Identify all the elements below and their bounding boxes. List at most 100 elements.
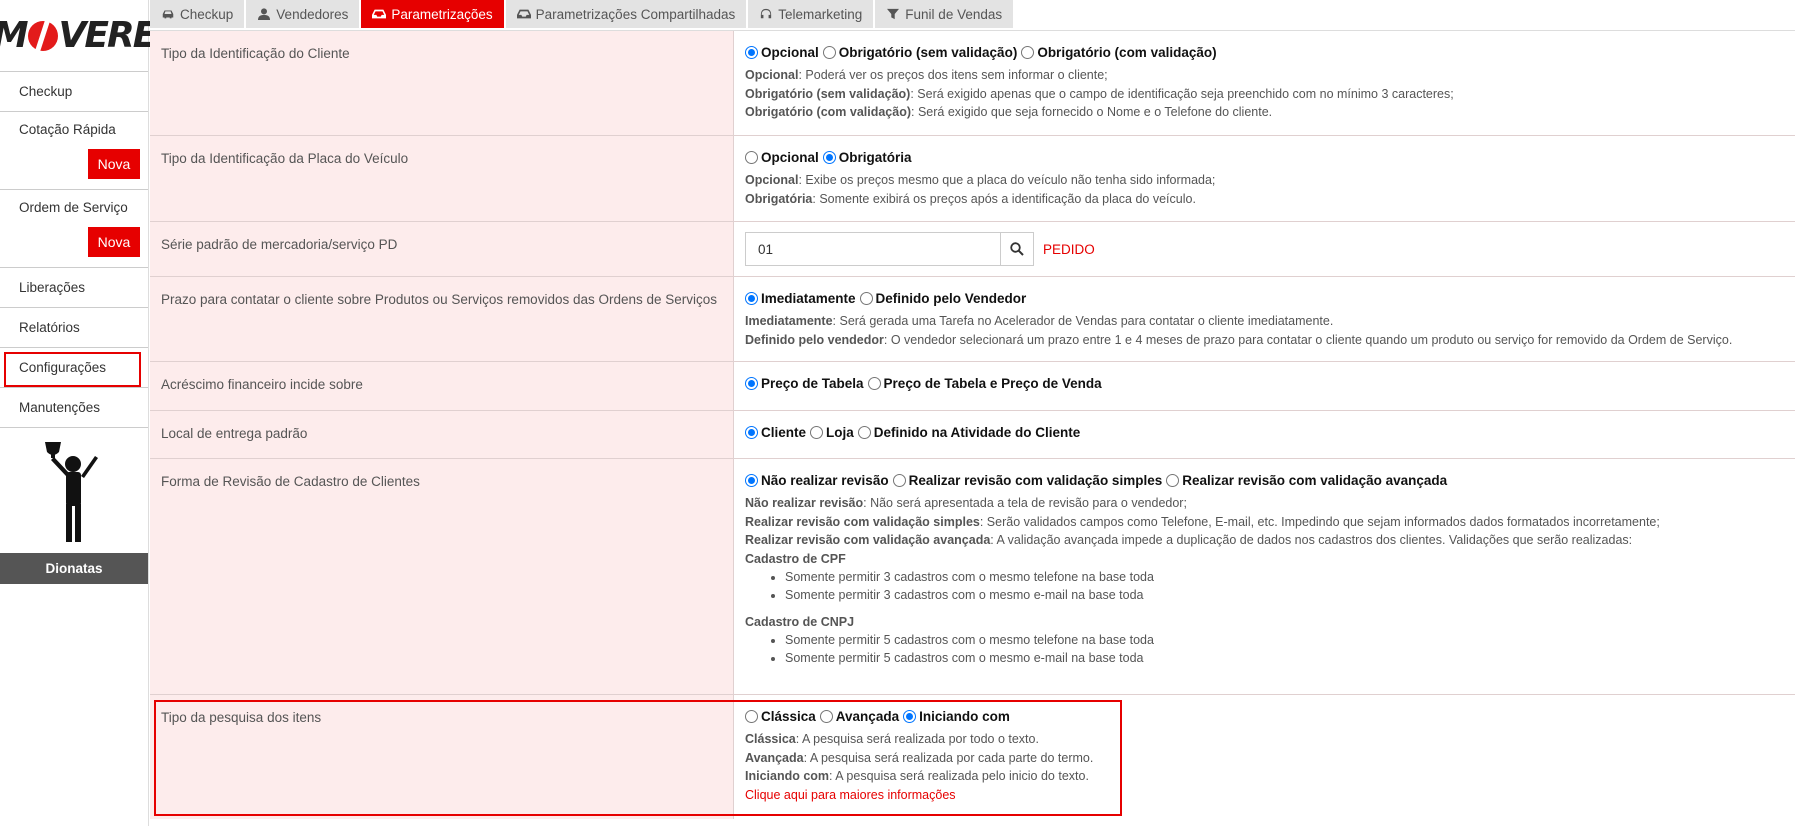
tab-vendedores[interactable]: Vendedores (246, 0, 360, 28)
sidebar-item-relatorios[interactable]: Relatórios (0, 308, 148, 348)
user-name[interactable]: Dionatas (0, 553, 148, 584)
cnpj-list: Somente permitir 5 cadastros com o mesmo… (785, 631, 1784, 668)
setting-row-financial: Acréscimo financeiro incide sobre Preço … (150, 362, 1795, 411)
radio-circle[interactable] (1021, 46, 1035, 59)
setting-row-plate-id: Tipo da Identificação da Placa do Veícul… (150, 136, 1795, 222)
nova-cotacao-button[interactable]: Nova (88, 149, 140, 179)
desc-line: Realizar revisão com validação avançada:… (745, 531, 1784, 550)
tab-telemarketing[interactable]: Telemarketing (748, 0, 874, 28)
radio-obrigatorio-sem-validacao[interactable]: Obrigatório (sem validação) (822, 45, 1017, 60)
tab-label: Vendedores (276, 6, 349, 22)
radio-circle[interactable] (822, 151, 836, 164)
radio-avancada[interactable]: Avançada (819, 709, 900, 724)
sidebar-item-manutencoes[interactable]: Manutenções (0, 388, 148, 428)
desc-text: : Somente exibirá os preços após a ident… (812, 191, 1196, 206)
desc-text: : A validação avançada impede a duplicaç… (990, 533, 1633, 547)
setting-label: Acréscimo financeiro incide sobre (150, 362, 734, 410)
radio-preco-tabela-e-venda[interactable]: Preço de Tabela e Preço de Venda (867, 376, 1102, 391)
desc-term: Obrigatório (sem validação) (745, 86, 911, 101)
radio-opcional[interactable]: Opcional (745, 150, 819, 165)
radio-classica[interactable]: Clássica (745, 709, 816, 724)
radio-group: Imediatamente Definido pelo Vendedor (745, 291, 1784, 306)
movere-logo[interactable]: MVERE (0, 0, 157, 72)
sidebar-item-cotacao-rapida[interactable]: Cotação Rápida Nova (0, 112, 148, 190)
radio-obrigatorio-com-validacao[interactable]: Obrigatório (com validação) (1021, 45, 1217, 60)
radio-label: Obrigatória (838, 150, 912, 165)
tab-parametrizacoes-compartilhadas[interactable]: Parametrizações Compartilhadas (505, 0, 747, 28)
series-input[interactable] (745, 232, 1001, 266)
radio-circle[interactable] (867, 377, 881, 390)
desc-line: Realizar revisão com validação simples: … (745, 513, 1784, 532)
radio-circle[interactable] (859, 292, 873, 305)
radio-iniciando-com[interactable]: Iniciando com (903, 709, 1010, 724)
inbox-icon (372, 9, 387, 19)
radio-circle[interactable] (745, 710, 758, 723)
top-tabs: Checkup Vendedores Parametrizações Param… (150, 0, 1014, 28)
radio-definido-na-atividade[interactable]: Definido na Atividade do Cliente (857, 425, 1080, 440)
inbox-icon (516, 9, 531, 19)
radio-label: Avançada (835, 709, 900, 724)
setting-description: Clássica: A pesquisa será realizada por … (745, 730, 1784, 804)
radio-revisao-simples[interactable]: Realizar revisão com validação simples (892, 473, 1162, 488)
setting-row-series: Série padrão de mercadoria/serviço PD PE… (150, 222, 1795, 277)
desc-text: : A pesquisa será realizada por todo o t… (795, 732, 1039, 746)
radio-obrigatoria[interactable]: Obrigatória (822, 150, 912, 165)
radio-circle[interactable] (892, 474, 906, 487)
tab-funil-de-vendas[interactable]: Funil de Vendas (875, 0, 1014, 28)
setting-label: Prazo para contatar o cliente sobre Prod… (150, 277, 734, 361)
setting-value: Opcional Obrigatório (sem validação) Obr… (734, 31, 1795, 135)
radio-preco-de-tabela[interactable]: Preço de Tabela (745, 376, 864, 391)
desc-text: : A pesquisa será realizada pelo inicio … (829, 769, 1089, 783)
radio-circle[interactable] (819, 710, 833, 723)
sidebar-item-label: Ordem de Serviço (19, 200, 128, 215)
radio-circle[interactable] (745, 46, 758, 59)
desc-term: Não realizar revisão (745, 496, 864, 510)
radio-circle[interactable] (745, 474, 758, 487)
radio-circle[interactable] (822, 46, 836, 59)
radio-label: Iniciando com (919, 709, 1010, 724)
radio-nao-realizar-revisao[interactable]: Não realizar revisão (745, 473, 889, 488)
radio-group: Opcional Obrigatória (745, 150, 1784, 165)
tab-label: Telemarketing (778, 6, 863, 22)
desc-text: : Será exigido que seja fornecido o Nome… (911, 105, 1273, 119)
setting-label: Local de entrega padrão (150, 411, 734, 458)
search-button[interactable] (1001, 232, 1034, 266)
radio-cliente[interactable]: Cliente (745, 425, 806, 440)
trophy-figure-icon (45, 441, 98, 542)
setting-description: Imediatamente: Será gerada uma Tarefa no… (745, 312, 1784, 349)
radio-loja[interactable]: Loja (810, 425, 854, 440)
radio-label: Imediatamente (761, 291, 856, 306)
radio-definido-pelo-vendedor[interactable]: Definido pelo Vendedor (859, 291, 1026, 306)
radio-circle[interactable] (903, 710, 917, 723)
tab-checkup[interactable]: Checkup (150, 0, 245, 28)
user-avatar[interactable] (0, 428, 148, 553)
radio-circle[interactable] (1166, 474, 1180, 487)
radio-circle[interactable] (745, 151, 758, 164)
radio-circle[interactable] (745, 377, 758, 390)
sidebar-item-checkup[interactable]: Checkup (0, 72, 148, 112)
radio-circle[interactable] (745, 292, 758, 305)
sidebar: MVERE Checkup Cotação Rápida Nova Ordem … (0, 0, 157, 826)
radio-circle[interactable] (810, 426, 824, 439)
nova-ordem-button[interactable]: Nova (88, 227, 140, 257)
sidebar-item-liberacoes[interactable]: Liberações (0, 268, 148, 308)
desc-line: Clássica: A pesquisa será realizada por … (745, 730, 1784, 749)
radio-opcional[interactable]: Opcional (745, 45, 819, 60)
radio-circle[interactable] (857, 426, 871, 439)
settings-table: Tipo da Identificação do Cliente Opciona… (150, 31, 1795, 819)
more-info-link[interactable]: Clique aqui para maiores informações (745, 786, 1784, 805)
tab-parametrizacoes[interactable]: Parametrizações (361, 0, 504, 28)
setting-value: Imediatamente Definido pelo Vendedor Ime… (734, 277, 1795, 361)
radio-circle[interactable] (745, 426, 758, 439)
tab-label: Parametrizações (391, 6, 493, 22)
setting-label: Tipo da Identificação da Placa do Veícul… (150, 136, 734, 221)
cpf-title: Cadastro de CPF (745, 551, 846, 566)
sidebar-item-ordem-de-servico[interactable]: Ordem de Serviço Nova (0, 190, 148, 268)
desc-term: Avançada (745, 750, 804, 765)
radio-label: Clássica (761, 709, 816, 724)
radio-label: Opcional (761, 45, 819, 60)
desc-line: Obrigatória: Somente exibirá os preços a… (745, 190, 1784, 209)
radio-revisao-avancada[interactable]: Realizar revisão com validação avançada (1166, 473, 1447, 488)
desc-line: Não realizar revisão: Não será apresenta… (745, 494, 1784, 513)
radio-imediatamente[interactable]: Imediatamente (745, 291, 856, 306)
